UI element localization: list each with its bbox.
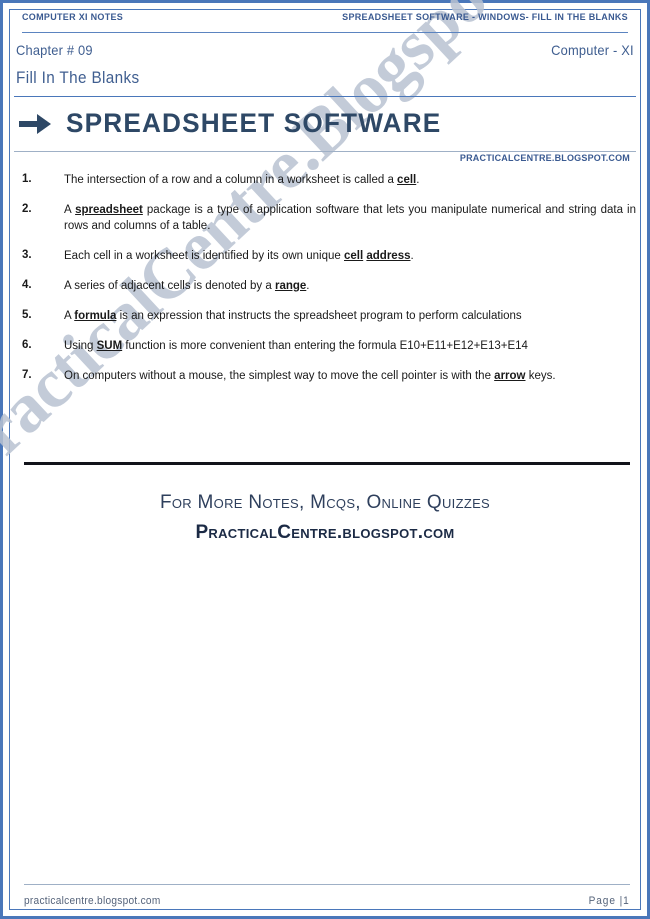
list-item: 1. The intersection of a row and a column… (22, 172, 636, 188)
statement-text: A (64, 310, 75, 322)
page-title: SPREADSHEET SOFTWARE (66, 108, 442, 138)
list-item-number: 6. (22, 339, 32, 351)
list-item: 5. A formula is an expression that instru… (22, 308, 636, 324)
promo-line-2: PracticalCentre.blogspot.com (195, 522, 455, 543)
header-left-text: Computer XI Notes (22, 12, 124, 22)
fill-in-the-blanks-list: 1. The intersection of a row and a column… (22, 172, 636, 398)
answer-blank: arrow (494, 370, 526, 382)
statement-text: A series of adjacent cells is denoted by… (64, 280, 275, 292)
content-bottom-rule (24, 462, 630, 465)
statement-text: . (410, 250, 414, 262)
statement-text: On computers without a mouse, the simple… (64, 370, 495, 382)
footer-page-number: Page |1 (588, 895, 630, 907)
statement-text: function is more convenient than enterin… (122, 340, 528, 352)
answer-blank: SUM (96, 340, 123, 352)
statement-text: package is a type of application softwar… (64, 204, 636, 232)
page-footer: practicalcentre.blogspot.com Page |1 (24, 895, 630, 907)
chapter-label: Chapter # 09 (16, 42, 93, 58)
footer-divider (24, 884, 630, 885)
right-arrow-icon (18, 111, 52, 137)
list-item-text: The intersection of a row and a column i… (64, 172, 636, 188)
page-content: Computer XI Notes Spreadsheet Software -… (0, 0, 650, 919)
promo-block: For More Notes, Mcqs, Online Quizzes Pra… (0, 492, 650, 544)
list-item-text: A spreadsheet package is a type of appli… (64, 202, 636, 234)
footer-site-url: practicalcentre.blogspot.com (24, 895, 161, 907)
promo-line-1: For More Notes, Mcqs, Online Quizzes (159, 492, 491, 513)
statement-text: keys. (525, 370, 556, 382)
title-divider (14, 151, 636, 152)
answer-blank: cell (344, 250, 364, 262)
list-item-text: Each cell in a worksheet is identified b… (64, 248, 636, 264)
header-divider (14, 96, 636, 97)
chapter-subject: Computer - XI (551, 42, 634, 58)
statement-text: Using (64, 340, 97, 352)
list-item-text: A series of adjacent cells is denoted by… (64, 278, 636, 294)
list-item: 4. A series of adjacent cells is denoted … (22, 278, 636, 294)
answer-blank: address (366, 250, 411, 262)
header-right-text: Spreadsheet Software - Windows- Fill In … (342, 12, 628, 22)
answer-blank: cell (397, 174, 417, 186)
list-item-number: 3. (22, 249, 32, 261)
title-row: SPREADSHEET SOFTWARE (18, 108, 453, 139)
brand-watermark-text: PracticalCentre.Blogspot.com (459, 153, 630, 163)
answer-blank: formula (74, 310, 117, 322)
statement-text: The intersection of a row and a column i… (64, 174, 398, 186)
list-item-text: A formula is an expression that instruct… (64, 308, 636, 324)
list-item: 3. Each cell in a worksheet is identified… (22, 248, 636, 264)
statement-text: . (416, 174, 420, 186)
list-item: 6. Using SUM function is more convenient … (22, 338, 636, 354)
list-item-number: 5. (22, 309, 32, 321)
list-item-number: 1. (22, 173, 32, 185)
list-item-number: 7. (22, 369, 32, 381)
list-item-number: 2. (22, 203, 32, 215)
answer-blank: range (274, 280, 307, 292)
statement-text: is an expression that instructs the spre… (116, 310, 522, 322)
list-item-number: 4. (22, 279, 32, 291)
list-item-text: On computers without a mouse, the simple… (64, 368, 636, 384)
answer-blank: spreadsheet (75, 204, 143, 216)
running-header: Computer XI Notes Spreadsheet Software -… (22, 12, 628, 33)
list-item: 2. A spreadsheet package is a type of app… (22, 202, 636, 234)
chapter-row: Chapter # 09 Computer - XI (16, 42, 634, 58)
page-subtitle: Fill In The Blanks (16, 68, 140, 87)
statement-text: . (306, 280, 310, 292)
statement-text: Each cell in a worksheet is identified b… (64, 250, 344, 262)
list-item-text: Using SUM function is more convenient th… (64, 338, 636, 354)
statement-text: A (64, 204, 76, 216)
list-item: 7. On computers without a mouse, the simp… (22, 368, 636, 384)
